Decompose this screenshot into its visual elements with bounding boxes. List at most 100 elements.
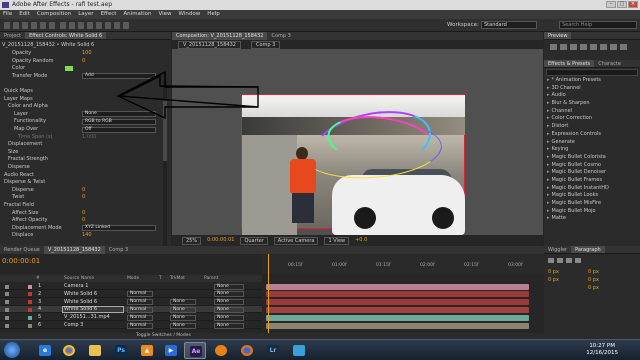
taskbar-lightroom[interactable]: Lr	[262, 342, 284, 359]
tab-effects-presets[interactable]: Effects & Presets	[544, 60, 595, 67]
layer-row[interactable]: 6 Comp 3 Normal None None	[0, 322, 262, 329]
layer-duration-bar[interactable]	[266, 291, 529, 298]
effects-category-item[interactable]: ▸ Distort	[544, 123, 640, 131]
align-center-icon[interactable]	[557, 258, 563, 263]
taskbar-clock[interactable]: 10:27 PM 12/16/2015	[586, 343, 618, 357]
indent-left-value[interactable]: 0 px	[548, 268, 559, 276]
layer-row[interactable]: 2 White Solid 6 Normal None	[0, 291, 262, 298]
layer-mode-dropdown[interactable]: Normal	[127, 322, 153, 329]
layer-row[interactable]: 1 Camera 1 None	[0, 283, 262, 290]
expand-arrow-icon[interactable]: ▸	[547, 169, 550, 175]
layer-trkmat-dropdown[interactable]: None	[170, 299, 196, 306]
layer-source-name[interactable]: Camera 1	[64, 283, 88, 290]
layer-label-color[interactable]	[28, 307, 32, 312]
layer-parent-dropdown[interactable]: None	[214, 306, 244, 313]
next-frame-icon[interactable]	[580, 44, 587, 50]
layer-source-name[interactable]: V_20151...31.mp4	[64, 314, 110, 321]
col-source-name[interactable]: Source Name	[64, 275, 94, 282]
space-before-value[interactable]: 0 px	[548, 276, 559, 284]
expand-arrow-icon[interactable]: ▸	[547, 162, 550, 168]
layer-source-name[interactable]: White Solid 6	[64, 291, 97, 298]
expand-arrow-icon[interactable]: ▸	[547, 208, 550, 214]
effects-category-item[interactable]: ▸ Generate	[544, 139, 640, 147]
effects-category-item[interactable]: ▸ Matte	[544, 215, 640, 223]
layer-mode-dropdown[interactable]: Normal	[127, 314, 153, 321]
effects-category-item[interactable]: ▸ Magic Bullet MisFire	[544, 200, 640, 208]
effects-category-item[interactable]: ▸ Blur & Sharpen	[544, 100, 640, 108]
effects-category-item[interactable]: ▸ Channel	[544, 108, 640, 116]
visibility-eye-icon[interactable]	[5, 307, 9, 312]
effects-category-item[interactable]: ▸ Magic Bullet Mojo	[544, 208, 640, 216]
space-after-value[interactable]: 0 px	[588, 284, 599, 292]
first-frame-icon[interactable]	[550, 44, 557, 50]
effects-category-item[interactable]: ▸ Magic Bullet Frames	[544, 177, 640, 185]
expand-arrow-icon[interactable]: ▸	[547, 108, 550, 114]
layer-label-color[interactable]	[28, 284, 32, 289]
visibility-eye-icon[interactable]	[5, 292, 9, 297]
layer-label-color[interactable]	[28, 292, 32, 297]
first-line-value[interactable]: 0 px	[588, 276, 599, 284]
taskbar-after-effects[interactable]: Ae	[184, 342, 206, 359]
layer-duration-bar[interactable]	[266, 314, 529, 321]
visibility-eye-icon[interactable]	[5, 315, 9, 320]
layer-parent-dropdown[interactable]: None	[214, 322, 244, 329]
effects-category-item[interactable]: ▸ Magic Bullet Cosmo	[544, 162, 640, 170]
timeline-timecode[interactable]: 0:00:00:01	[2, 257, 40, 265]
tab-preview[interactable]: Preview	[544, 32, 572, 39]
taskbar-chrome[interactable]	[58, 342, 80, 359]
expand-arrow-icon[interactable]: ▸	[547, 192, 550, 198]
taskbar-media-player[interactable]: ▶	[160, 342, 182, 359]
prev-frame-icon[interactable]	[560, 44, 567, 50]
effects-category-item[interactable]: ▸ Audio	[544, 92, 640, 100]
layer-duration-bar[interactable]	[266, 283, 529, 290]
layer-duration-bar[interactable]	[266, 299, 529, 306]
layer-row[interactable]: 4 White Solid 6 Normal None None	[0, 306, 262, 314]
effects-category-item[interactable]: ▸ Magic Bullet Denoiser	[544, 169, 640, 177]
expand-arrow-icon[interactable]: ▸	[547, 131, 550, 137]
layer-trkmat-dropdown[interactable]: None	[170, 322, 196, 329]
effects-category-item[interactable]: ▸ Magic Bullet Colorista	[544, 154, 640, 162]
expand-arrow-icon[interactable]: ▸	[547, 215, 550, 221]
start-button[interactable]	[4, 342, 20, 358]
layer-label-color[interactable]	[28, 315, 32, 320]
layer-source-name[interactable]: White Solid 6	[64, 299, 97, 306]
effects-category-item[interactable]: ▸ Color Correction	[544, 115, 640, 123]
layer-row[interactable]: 5 V_20151...31.mp4 Normal None None	[0, 314, 262, 322]
effects-category-item[interactable]: ▸ Keying	[544, 146, 640, 154]
layer-parent-dropdown[interactable]: None	[214, 314, 244, 321]
layer-parent-dropdown[interactable]: None	[214, 283, 244, 290]
expand-arrow-icon[interactable]: ▸	[547, 85, 550, 91]
expand-arrow-icon[interactable]: ▸	[547, 92, 550, 98]
layer-duration-bar[interactable]	[266, 306, 529, 313]
expand-arrow-icon[interactable]: ▸	[547, 154, 550, 160]
layer-duration-bar[interactable]	[266, 322, 529, 329]
tab-wiggler[interactable]: Wiggler	[544, 246, 571, 253]
justify-icon[interactable]	[575, 258, 581, 263]
tab-render-queue[interactable]: Render Queue	[0, 246, 44, 254]
last-frame-icon[interactable]	[590, 44, 597, 50]
col-parent[interactable]: Parent	[204, 275, 218, 282]
visibility-eye-icon[interactable]	[5, 300, 9, 305]
effects-search-input[interactable]	[546, 69, 638, 76]
expand-arrow-icon[interactable]: ▸	[547, 139, 550, 145]
visibility-eye-icon[interactable]	[5, 284, 9, 289]
taskbar-network[interactable]	[288, 342, 310, 359]
effects-category-item[interactable]: ▸ Expression Controls	[544, 131, 640, 139]
layer-row[interactable]: 3 White Solid 6 Normal None None	[0, 299, 262, 306]
layer-source-name[interactable]: White Solid 6	[64, 306, 97, 313]
indent-right-value[interactable]: 0 px	[588, 268, 599, 276]
expand-arrow-icon[interactable]: ▸	[547, 200, 550, 206]
layer-mode-dropdown[interactable]: Normal	[127, 306, 153, 313]
layer-label-color[interactable]	[28, 300, 32, 305]
align-right-icon[interactable]	[566, 258, 572, 263]
expand-arrow-icon[interactable]: ▸	[547, 146, 550, 152]
ram-preview-icon[interactable]	[620, 44, 627, 50]
taskbar-explorer[interactable]	[84, 342, 106, 359]
col-trkmat[interactable]: TrkMat	[170, 275, 185, 282]
layer-mode-dropdown[interactable]: Normal	[127, 299, 153, 306]
layer-parent-dropdown[interactable]: None	[214, 291, 244, 298]
layer-trkmat-dropdown[interactable]: None	[170, 314, 196, 321]
align-left-icon[interactable]	[548, 258, 554, 263]
loop-icon[interactable]	[610, 44, 617, 50]
effects-category-item[interactable]: ▸ Magic Bullet InstantHD	[544, 185, 640, 193]
